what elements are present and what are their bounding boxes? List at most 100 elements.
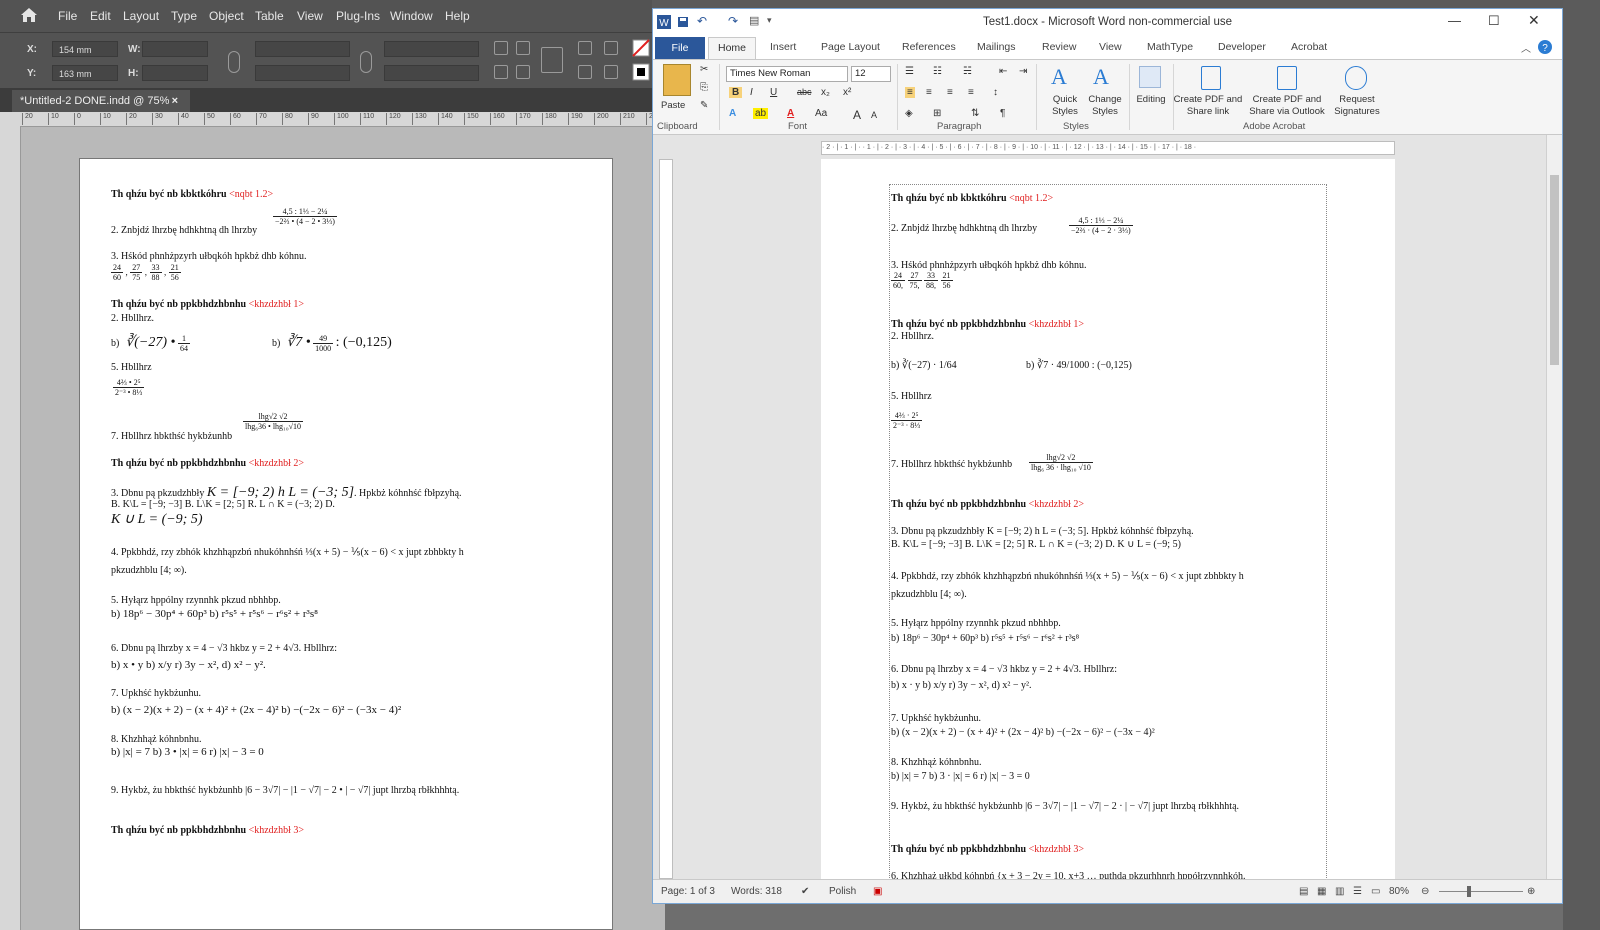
justify-icon[interactable]: ≡ bbox=[968, 87, 974, 98]
rotate-cw-icon[interactable] bbox=[494, 41, 508, 55]
tab-view[interactable]: View bbox=[1099, 41, 1122, 53]
tab-acrobat[interactable]: Acrobat bbox=[1291, 41, 1327, 53]
bullets-icon[interactable]: ☰ bbox=[905, 66, 914, 77]
document-tab[interactable]: *Untitled-2 DONE.indd @ 75% × bbox=[12, 90, 190, 112]
increase-indent-icon[interactable]: ⇥ bbox=[1019, 66, 1027, 77]
editing-button[interactable]: Editing bbox=[1131, 94, 1171, 106]
scrollbar-thumb[interactable] bbox=[1550, 175, 1559, 365]
request-signatures-button[interactable]: Request Signatures bbox=[1329, 94, 1385, 118]
tab-page-layout[interactable]: Page Layout bbox=[821, 41, 880, 53]
tab-review[interactable]: Review bbox=[1042, 41, 1076, 53]
macro-record-icon[interactable]: ▣ bbox=[873, 886, 882, 897]
word-horizontal-ruler[interactable]: · 2 · | · 1 · | · · 1 · | · 2 · | · 3 · … bbox=[821, 141, 1395, 155]
menu-view[interactable]: View bbox=[297, 9, 323, 23]
maximize-icon[interactable]: ☐ bbox=[1488, 13, 1500, 29]
font-size-combo[interactable]: 12 bbox=[851, 66, 891, 82]
align-center-icon[interactable]: ≡ bbox=[926, 87, 932, 98]
create-pdf-share-icon[interactable] bbox=[1201, 66, 1221, 90]
italic-button[interactable]: I bbox=[750, 87, 753, 98]
web-layout-icon[interactable]: ▥ bbox=[1335, 886, 1344, 897]
align-right-icon[interactable]: ≡ bbox=[947, 87, 953, 98]
font-name-combo[interactable]: Times New Roman bbox=[726, 66, 848, 82]
underline-button[interactable]: U bbox=[770, 87, 777, 98]
width-field[interactable] bbox=[142, 41, 208, 57]
zoom-level[interactable]: 80% bbox=[1389, 886, 1409, 897]
scale-y-field[interactable] bbox=[255, 65, 350, 81]
page-count[interactable]: Page: 1 of 3 bbox=[661, 886, 715, 897]
menu-table[interactable]: Table bbox=[255, 9, 284, 23]
format-painter-icon[interactable]: ✎ bbox=[700, 100, 708, 111]
flip-horizontal-icon[interactable] bbox=[494, 65, 508, 79]
highlight-icon[interactable]: ab bbox=[753, 108, 769, 119]
outline-icon[interactable]: ☰ bbox=[1353, 886, 1362, 897]
line-spacing-icon[interactable]: ↕ bbox=[993, 87, 998, 98]
shading-icon[interactable]: ◈ bbox=[905, 108, 913, 119]
create-pdf-outlook-button[interactable]: Create PDF and Share via Outlook bbox=[1245, 94, 1329, 118]
fill-none-swatch-icon[interactable] bbox=[632, 39, 650, 57]
collapse-ribbon-icon[interactable]: ︿ bbox=[1521, 40, 1531, 55]
grow-font-button[interactable]: A bbox=[853, 108, 861, 122]
quick-styles-button[interactable]: Quick Styles bbox=[1043, 94, 1087, 118]
constrain-scale-icon[interactable] bbox=[360, 51, 372, 73]
change-styles-icon[interactable]: A bbox=[1093, 64, 1109, 90]
home-icon[interactable] bbox=[20, 7, 38, 23]
tab-insert[interactable]: Insert bbox=[770, 41, 796, 53]
subscript-button[interactable]: x₂ bbox=[821, 87, 830, 98]
quick-styles-icon[interactable]: A bbox=[1051, 64, 1067, 90]
font-color-icon[interactable]: A bbox=[787, 108, 794, 119]
x-position-field[interactable]: 154 mm bbox=[52, 41, 118, 57]
vertical-scrollbar[interactable] bbox=[1546, 135, 1562, 879]
text-effects-icon[interactable]: A bbox=[729, 108, 736, 119]
close-window-icon[interactable]: ✕ bbox=[1528, 12, 1540, 29]
shrink-font-button[interactable]: A bbox=[871, 110, 877, 120]
editing-icon[interactable] bbox=[1139, 66, 1161, 88]
scale-x-field[interactable] bbox=[255, 41, 350, 57]
superscript-button[interactable]: x² bbox=[843, 87, 851, 98]
tab-home[interactable]: Home bbox=[708, 37, 756, 59]
multilevel-list-icon[interactable]: ☵ bbox=[963, 66, 972, 77]
menu-type[interactable]: Type bbox=[171, 9, 197, 23]
zoom-slider-thumb[interactable] bbox=[1467, 886, 1471, 897]
language-indicator[interactable]: Polish bbox=[829, 886, 856, 897]
copy-icon[interactable]: ⎘ bbox=[700, 82, 708, 93]
sort-icon[interactable]: ⇅ bbox=[971, 108, 979, 119]
proofing-icon[interactable]: ✔ bbox=[801, 886, 809, 897]
decrease-indent-icon[interactable]: ⇤ bbox=[999, 66, 1007, 77]
print-layout-icon[interactable]: ▤ bbox=[1299, 886, 1308, 897]
create-pdf-outlook-icon[interactable] bbox=[1277, 66, 1297, 90]
tab-mailings[interactable]: Mailings bbox=[977, 41, 1016, 53]
select-previous-icon[interactable] bbox=[578, 65, 592, 79]
menu-window[interactable]: Window bbox=[390, 9, 433, 23]
flip-vertical-icon[interactable] bbox=[516, 65, 530, 79]
paragraph-p-icon[interactable] bbox=[541, 47, 563, 73]
menu-help[interactable]: Help bbox=[445, 9, 470, 23]
select-container-icon[interactable] bbox=[578, 41, 592, 55]
rotation-field[interactable] bbox=[384, 41, 479, 57]
borders-icon[interactable]: ⊞ bbox=[933, 108, 941, 119]
word-count[interactable]: Words: 318 bbox=[731, 886, 782, 897]
zoom-out-icon[interactable]: ⊖ bbox=[1421, 886, 1429, 897]
show-marks-icon[interactable]: ¶ bbox=[1000, 108, 1005, 119]
change-case-button[interactable]: Aa bbox=[815, 108, 827, 119]
tab-developer[interactable]: Developer bbox=[1218, 41, 1266, 53]
tab-mathtype[interactable]: MathType bbox=[1147, 41, 1193, 53]
select-content-icon[interactable] bbox=[604, 41, 618, 55]
rotate-ccw-icon[interactable] bbox=[516, 41, 530, 55]
menu-file[interactable]: File bbox=[58, 9, 77, 23]
zoom-in-icon[interactable]: ⊕ bbox=[1527, 886, 1535, 897]
constrain-proportions-icon[interactable] bbox=[228, 51, 240, 73]
menu-object[interactable]: Object bbox=[209, 9, 244, 23]
shear-field[interactable] bbox=[384, 65, 479, 81]
minimize-icon[interactable]: — bbox=[1448, 13, 1461, 28]
bold-button[interactable]: B bbox=[729, 87, 743, 98]
full-screen-icon[interactable]: ▦ bbox=[1317, 886, 1326, 897]
request-signatures-icon[interactable] bbox=[1345, 66, 1367, 90]
strikethrough-button[interactable]: abc bbox=[797, 87, 812, 97]
zoom-slider[interactable] bbox=[1439, 891, 1523, 892]
create-pdf-share-link-button[interactable]: Create PDF and Share link bbox=[1171, 94, 1245, 118]
paste-icon[interactable] bbox=[663, 64, 691, 96]
menu-edit[interactable]: Edit bbox=[90, 9, 111, 23]
select-next-icon[interactable] bbox=[604, 65, 618, 79]
menu-layout[interactable]: Layout bbox=[123, 9, 159, 23]
cut-icon[interactable]: ✂ bbox=[700, 64, 708, 75]
